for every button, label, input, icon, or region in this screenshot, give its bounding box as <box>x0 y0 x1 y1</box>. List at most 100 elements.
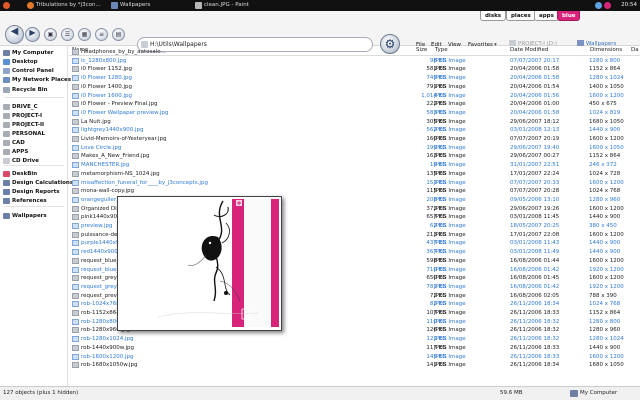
sidebar-item-my-network-places[interactable]: My Network Places <box>2 76 71 84</box>
folder-icon <box>3 198 10 204</box>
table-row[interactable]: i0 Flower - Preview Final.jpg 222 KB JPEG … <box>69 100 640 108</box>
jpeg-file-icon <box>72 223 79 229</box>
jpeg-file-icon <box>72 101 79 108</box>
table-row[interactable]: i0 Flower 1280.jpg 749 KB JPEG Image 20/04/… <box>69 74 640 82</box>
file-dimensions: 1152 x 864 <box>589 310 621 316</box>
table-row[interactable]: i0 Flower 1400.jpg 791 KB JPEG Image 20/04/… <box>69 83 640 91</box>
total-size: 59.6 MB <box>500 390 523 396</box>
tab-disks[interactable]: disks <box>480 11 507 21</box>
table-row[interactable]: MANCHESTER.jpg 19 KB JPEG Image 31/01/2007 … <box>69 161 640 169</box>
file-date: 29/06/2007 19:26 <box>510 205 560 212</box>
jpeg-file-icon <box>72 196 79 203</box>
tab-apps[interactable]: apps <box>534 11 559 21</box>
table-row[interactable]: i0 Flower 1152.jpg 581 KB JPEG Image 20/04/… <box>69 65 640 73</box>
file-type: JPEG Image <box>434 144 466 151</box>
jpeg-file-icon <box>72 188 79 195</box>
file-dimensions: 1280 x 1024 <box>589 336 624 343</box>
sidebar-item-references[interactable]: References <box>2 197 47 205</box>
tab-blue[interactable]: blue <box>557 11 581 21</box>
table-row[interactable]: i0 Flower 1600.jpg 1,014 KB JPEG Image 20/0… <box>69 92 640 100</box>
table-row[interactable]: Livid-Memoirs-of-Yesteryear.jpg 160 KB JPE… <box>69 135 640 143</box>
sidebar-item-label: Control Panel <box>12 68 54 74</box>
sidebar-item-deskbin[interactable]: DeskBin <box>2 170 37 178</box>
jpeg-file-icon <box>72 231 79 238</box>
table-row[interactable]: Makes_A_New_Friend.jpg 163 KB JPEG Image 29… <box>69 152 640 160</box>
table-row[interactable]: rob-1680x1050w.jpg 141 KB JPEG Image 26/11/… <box>69 361 640 369</box>
file-dimensions: 246 x 372 <box>589 162 617 169</box>
sidebar-item-project-i[interactable]: PROJECT-I <box>2 112 42 120</box>
file-dimensions: 1600 x 1200 <box>589 205 624 212</box>
folder-icon <box>111 2 118 9</box>
table-row[interactable]: La Nuit.jpg 305 KB JPEG Image 29/06/2007 18… <box>69 118 640 126</box>
file-name: Livid-Memoirs-of-Yesteryear.jpg <box>81 136 167 142</box>
file-dimensions: 1440 x 900 <box>589 240 621 247</box>
sidebar-item-recycle-bin[interactable]: Recycle Bin <box>2 86 48 94</box>
table-row[interactable]: metamorphism-NS_1024.jpg 135 KB JPEG Image… <box>69 170 640 178</box>
file-type: JPEG Image <box>434 109 466 116</box>
table-row[interactable]: rob-1440x900w.jpg 117 KB JPEG Image 26/11/2… <box>69 344 640 352</box>
table-row[interactable]: mona-wall-copy.jpg 115 KB JPEG Image 07/07/… <box>69 187 640 195</box>
taskbar-item-label: Wallpapers <box>120 2 151 8</box>
file-name: i0 Flower - Preview Final.jpg <box>81 101 158 108</box>
file-dimensions: 1680 x 1050 <box>589 362 624 369</box>
wallpaper-preview-image <box>118 197 281 330</box>
sidebar-item-wallpapers[interactable]: Wallpapers <box>2 212 47 220</box>
sidebar-item-control-panel[interactable]: Control Panel <box>2 67 54 75</box>
file-date: 26/11/2006 18:34 <box>510 301 560 308</box>
file-name: mona-wall-copy.jpg <box>81 188 135 195</box>
sidebar-item-label: Design Reports <box>12 189 60 195</box>
file-type: JPEG Image <box>434 327 466 334</box>
sidebar-item-label: My Network Places <box>12 77 71 83</box>
taskbar-item-wallpapers[interactable]: Wallpapers <box>110 1 150 10</box>
file-type: JPEG Image <box>434 188 466 195</box>
file-type: JPEG Image <box>434 336 466 343</box>
sidebar-item-design-calculations[interactable]: Design Calculations <box>2 179 73 187</box>
sidebar-item-apps[interactable]: APPS <box>2 148 28 156</box>
arrow-right-icon: ▶ <box>29 28 36 37</box>
sidebar-item-desktop[interactable]: Desktop <box>2 58 38 66</box>
table-row[interactable]: rob-1600x1200.jpg 149 KB JPEG Image 26/11/2… <box>69 353 640 361</box>
jpeg-file-icon <box>72 353 79 360</box>
cd-drive-icon <box>3 158 10 164</box>
sidebar-item-personal[interactable]: PERSONAL <box>2 130 45 138</box>
view-thumbnails-button[interactable]: ▤ <box>112 28 125 41</box>
sidebar-item-design-reports[interactable]: Design Reports <box>2 188 60 196</box>
file-type: JPEG Image <box>434 127 466 134</box>
file-name: rob-1440x900w.jpg <box>81 344 134 351</box>
start-button[interactable] <box>2 1 14 10</box>
sidebar-item-cad[interactable]: CAD <box>2 139 25 147</box>
file-date: 17/01/2007 22:24 <box>510 170 560 177</box>
view-tiles-button[interactable]: ▦ <box>78 28 91 41</box>
table-row[interactable]: misaffection_funeral_for____by_j3concept… <box>69 179 640 187</box>
file-date: 03/01/2008 12:13 <box>510 127 560 134</box>
sidebar-item-label: Wallpapers <box>12 213 47 219</box>
table-row[interactable]: Headphones_by_by_aatosalo... <box>69 48 640 56</box>
file-dimensions: 1440 x 900 <box>589 344 621 351</box>
back-button[interactable]: ◀ <box>5 25 24 44</box>
table-row[interactable]: lightgrey1440x900.jpg 562 KB JPEG Image 03/… <box>69 126 640 134</box>
taskbar-item-firefox[interactable]: Tribulations by *j3con... <box>26 1 101 10</box>
file-type: JPEG Image <box>434 196 466 203</box>
taskbar-item-paint[interactable]: clean.JPG - Paint <box>194 1 249 10</box>
sidebar-item-my-computer[interactable]: My Computer <box>2 49 53 57</box>
tray-icon[interactable] <box>604 2 611 9</box>
sidebar-item-cd-drive[interactable]: CD Drive <box>2 157 39 165</box>
jpeg-file-icon <box>72 162 79 169</box>
file-name: lightgrey1440x900.jpg <box>81 127 144 134</box>
up-folder-button[interactable]: ▣ <box>44 28 57 41</box>
view-list-button[interactable]: ≡ <box>95 28 108 41</box>
file-date: 16/08/2006 01:45 <box>510 275 560 282</box>
view-details-button[interactable]: ☰ <box>61 28 74 41</box>
tray-icon[interactable] <box>595 2 602 9</box>
jpeg-file-icon <box>72 257 79 264</box>
sidebar-item-label: DeskBin <box>12 171 38 177</box>
tab-places[interactable]: places <box>506 11 536 21</box>
sidebar-item-project-ii[interactable]: PROJECT-II <box>2 121 44 129</box>
table-row[interactable]: Love Circle.jpg 199 KB JPEG Image 29/06/200… <box>69 144 640 152</box>
file-date: 07/07/2007 20:28 <box>510 188 560 195</box>
table-row[interactable]: rob-1280x1024.jpg 122 KB JPEG Image 26/11/2… <box>69 335 640 343</box>
table-row[interactable]: i0 Flower Wallpaper preview.jpg 583 KB JPE… <box>69 109 640 117</box>
table-row[interactable]: ic_1280x800.jpg 98 KB JPEG Image 07/07/2007… <box>69 57 640 65</box>
sidebar-item-drive-c[interactable]: DRIVE_C <box>2 103 38 111</box>
forward-button[interactable]: ▶ <box>25 27 40 42</box>
